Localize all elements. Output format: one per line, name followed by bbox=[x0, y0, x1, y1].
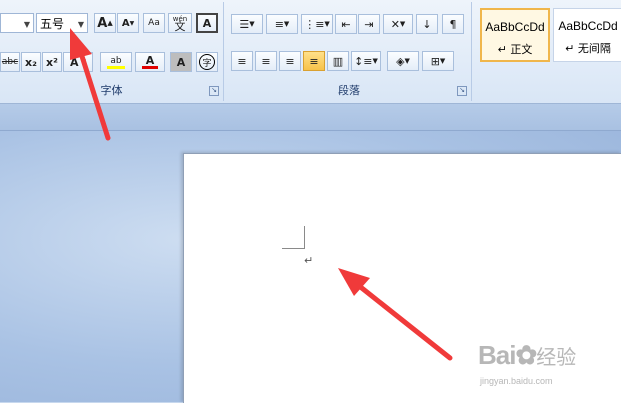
annotation-arrows bbox=[70, 28, 453, 361]
arrow-icon bbox=[338, 268, 453, 361]
arrow-icon bbox=[70, 28, 111, 141]
